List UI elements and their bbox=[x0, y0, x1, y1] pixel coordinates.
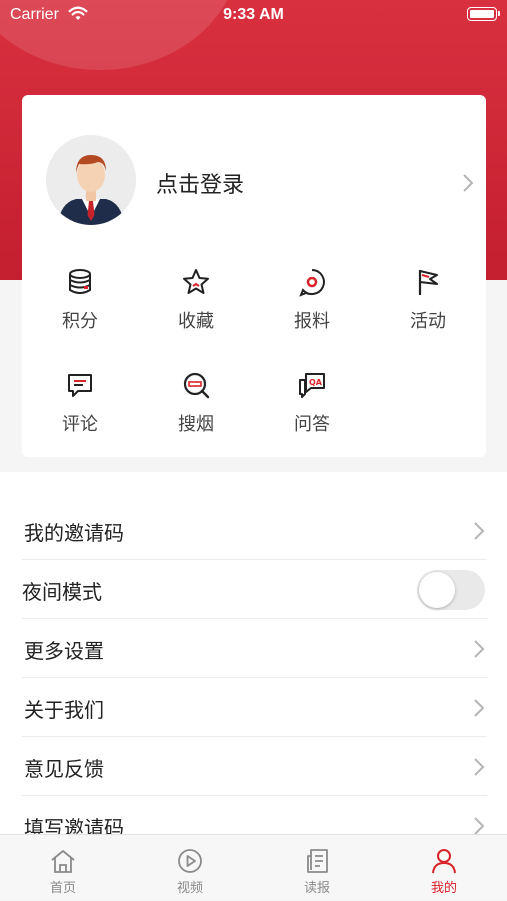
tab-mine[interactable]: 我的 bbox=[381, 835, 507, 901]
settings-item-label: 夜间模式 bbox=[22, 580, 102, 604]
tab-newspaper[interactable]: 读报 bbox=[254, 835, 380, 901]
settings-item-label: 我的邀请码 bbox=[24, 521, 124, 545]
feature-label: 问答 bbox=[294, 414, 330, 435]
play-icon bbox=[178, 849, 202, 873]
toggle-knob bbox=[419, 572, 455, 608]
settings-item-label: 更多设置 bbox=[24, 639, 104, 663]
avatar-icon bbox=[46, 135, 136, 225]
tab-bar: 首页 视频 读报 我的 bbox=[0, 834, 507, 900]
chevron-right-icon bbox=[473, 698, 485, 722]
home-icon bbox=[51, 850, 75, 873]
chevron-right-icon[interactable] bbox=[462, 173, 474, 197]
feature-label: 搜烟 bbox=[178, 414, 214, 435]
feature-report[interactable]: 报料 bbox=[262, 267, 362, 333]
star-icon bbox=[183, 269, 209, 294]
feature-comments[interactable]: 评论 bbox=[30, 370, 130, 436]
newspaper-icon bbox=[307, 849, 328, 873]
feature-favorites[interactable]: 收藏 bbox=[146, 267, 246, 333]
tab-label: 我的 bbox=[430, 881, 457, 896]
settings-item-my-invite-code[interactable]: 我的邀请码 bbox=[0, 501, 507, 560]
status-bar: Carrier 9:33 AM bbox=[0, 0, 507, 32]
settings-list: 我的邀请码 夜间模式 更多设置 关于我们 意见反馈 填写邀请码 bbox=[0, 472, 507, 840]
settings-item-more-settings[interactable]: 更多设置 bbox=[0, 619, 507, 678]
tab-home[interactable]: 首页 bbox=[0, 835, 126, 901]
feature-qa[interactable]: QA 问答 bbox=[262, 370, 362, 436]
chevron-right-icon bbox=[473, 521, 485, 545]
feature-search-cigarette[interactable]: 搜烟 bbox=[146, 370, 246, 436]
svg-text:QA: QA bbox=[309, 378, 323, 387]
feature-label: 报料 bbox=[294, 311, 330, 332]
feature-label: 评论 bbox=[62, 414, 98, 435]
tab-label: 视频 bbox=[176, 881, 203, 896]
report-icon bbox=[299, 269, 325, 297]
search-cigarette-icon bbox=[183, 372, 210, 399]
comment-icon bbox=[68, 374, 92, 397]
tab-label: 首页 bbox=[49, 881, 76, 896]
user-icon bbox=[432, 849, 456, 874]
feature-label: 活动 bbox=[410, 311, 446, 332]
feature-label: 收藏 bbox=[178, 311, 214, 332]
feature-activity[interactable]: 活动 bbox=[378, 267, 478, 333]
night-mode-toggle[interactable] bbox=[417, 570, 485, 610]
avatar[interactable] bbox=[46, 135, 136, 225]
clock: 9:33 AM bbox=[223, 6, 284, 23]
chevron-right-icon bbox=[473, 639, 485, 663]
battery-icon bbox=[467, 7, 500, 21]
tab-video[interactable]: 视频 bbox=[127, 835, 253, 901]
chevron-right-icon bbox=[473, 757, 485, 781]
settings-item-night-mode: 夜间模式 bbox=[0, 560, 507, 619]
login-prompt[interactable]: 点击登录 bbox=[156, 167, 244, 199]
settings-item-label: 意见反馈 bbox=[24, 757, 104, 781]
profile-card: 点击登录 积分 收藏 报料 活动 评论 搜烟 QA 问答 bbox=[22, 95, 486, 457]
coins-icon bbox=[69, 269, 91, 294]
feature-label: 积分 bbox=[62, 311, 98, 332]
settings-item-label: 关于我们 bbox=[24, 698, 104, 722]
tab-label: 读报 bbox=[303, 881, 330, 896]
settings-item-feedback[interactable]: 意见反馈 bbox=[0, 737, 507, 796]
settings-item-about-us[interactable]: 关于我们 bbox=[0, 678, 507, 737]
feature-points[interactable]: 积分 bbox=[30, 267, 130, 333]
qa-icon: QA bbox=[299, 373, 325, 398]
flag-icon bbox=[418, 270, 438, 295]
